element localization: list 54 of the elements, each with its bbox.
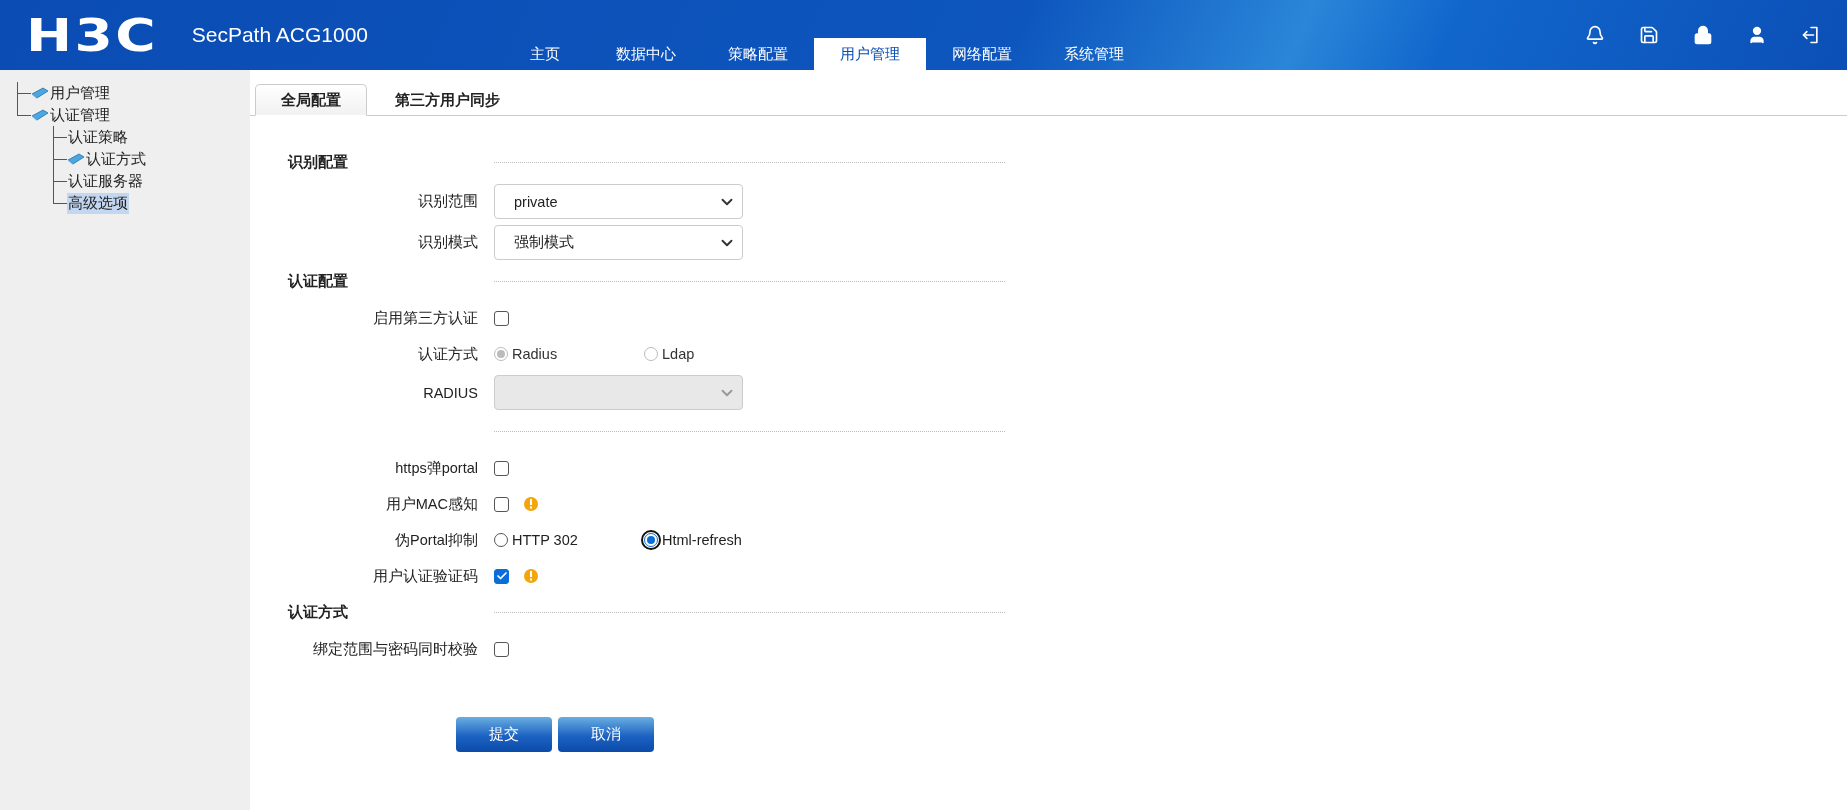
field-label: 用户认证验证码 xyxy=(372,566,479,586)
exit-icon[interactable] xyxy=(1801,25,1821,45)
radio-label: Html-refresh xyxy=(662,532,742,548)
field-label: 识别范围 xyxy=(417,192,479,211)
logo: H3C xyxy=(26,9,159,61)
folder-icon xyxy=(31,108,49,122)
field-label: 启用第三方认证 xyxy=(372,308,479,328)
field-label: 绑定范围与密码同时校验 xyxy=(312,639,479,659)
tree-item[interactable]: 认证方式 xyxy=(85,148,147,170)
field-label: 认证方式 xyxy=(417,344,479,364)
tab[interactable]: 第三方用户同步 xyxy=(367,84,528,116)
section-title: 识别配置 xyxy=(288,153,349,172)
field-label: 伪Portal抑制 xyxy=(394,530,479,550)
nav-tab[interactable]: 策略配置 xyxy=(702,38,814,70)
form-button[interactable]: 取消 xyxy=(558,717,654,752)
tree-item[interactable]: 用户管理 xyxy=(49,82,111,104)
field-label: https弹portal xyxy=(394,458,479,478)
field-label: RADIUS xyxy=(422,384,479,401)
nav-tab[interactable]: 网络配置 xyxy=(926,38,1038,70)
warning-icon xyxy=(524,569,538,583)
nav-tab[interactable]: 系统管理 xyxy=(1038,38,1150,70)
section-title: 认证方式 xyxy=(288,603,349,622)
nav-tab[interactable]: 数据中心 xyxy=(590,38,702,70)
field-label: 识别模式 xyxy=(417,233,479,252)
checkbox[interactable] xyxy=(494,460,509,476)
radio-label: HTTP 302 xyxy=(512,532,578,548)
radio-button[interactable] xyxy=(494,533,508,547)
tree-item[interactable]: 高级选项 xyxy=(67,192,129,214)
save-icon[interactable] xyxy=(1639,25,1659,45)
nav-tab[interactable]: 主页 xyxy=(500,38,590,70)
form-button[interactable]: 提交 xyxy=(456,717,552,752)
dropdown[interactable]: private xyxy=(494,184,743,219)
folder-icon xyxy=(67,152,85,166)
product-name: SecPath ACG1000 xyxy=(191,23,369,47)
folder-icon xyxy=(31,86,49,100)
tree-item[interactable]: 认证服务器 xyxy=(67,170,144,192)
field-label: 用户MAC感知 xyxy=(384,494,479,514)
checkbox[interactable] xyxy=(494,310,509,326)
radio-label: Ldap xyxy=(662,346,695,362)
nav-tab[interactable]: 用户管理 xyxy=(814,38,926,70)
tree-item[interactable]: 认证策略 xyxy=(67,126,129,148)
checkbox[interactable] xyxy=(494,568,509,584)
section-title: 认证配置 xyxy=(288,272,349,291)
bell-icon[interactable] xyxy=(1585,25,1605,45)
checkbox[interactable] xyxy=(494,496,509,512)
tree-item[interactable]: 认证管理 xyxy=(49,104,111,126)
warning-icon xyxy=(524,497,538,511)
dropdown[interactable]: 强制模式 xyxy=(494,225,743,260)
tab[interactable]: 全局配置 xyxy=(255,84,367,116)
checkbox[interactable] xyxy=(494,641,509,657)
radio-label: Radius xyxy=(512,346,558,362)
lock-icon[interactable] xyxy=(1693,25,1713,45)
radio-button[interactable] xyxy=(644,533,658,547)
user-icon[interactable] xyxy=(1747,25,1767,45)
